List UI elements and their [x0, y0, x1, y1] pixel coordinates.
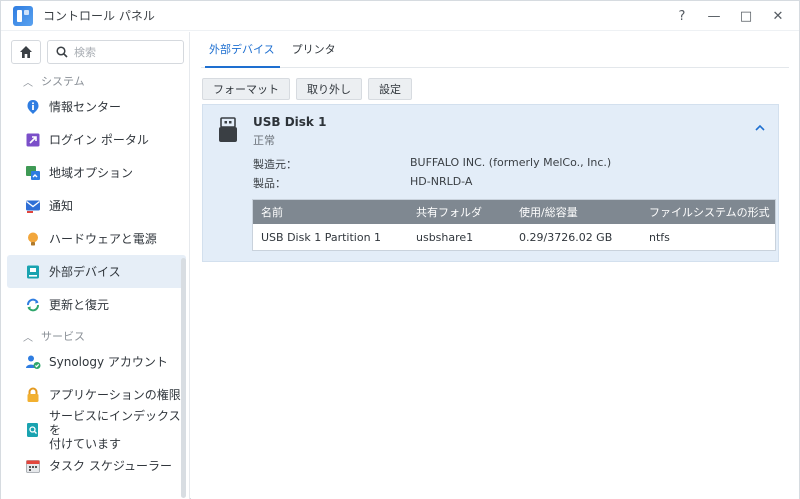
indexing-service-icon: [25, 422, 41, 438]
product-label: 製品：: [253, 177, 286, 190]
table-header: 名前 共有フォルダ 使用/総容量 ファイルシステムの形式: [253, 200, 775, 224]
device-status: 正常: [253, 134, 275, 147]
main-content: 外部デバイス プリンタ フォーマット 取り外し 設定 USB Disk 1 正常: [191, 32, 799, 499]
sidebar-item-regional-options[interactable]: 地域オプション: [7, 156, 186, 189]
toolbar: フォーマット 取り外し 設定: [202, 78, 412, 100]
sidebar-item-label: 通知: [49, 199, 74, 213]
sidebar-item-label: タスク スケジューラー: [49, 459, 172, 473]
tab-printer[interactable]: プリンタ: [284, 31, 345, 67]
sidebar-item-task-scheduler[interactable]: タスク スケジューラー: [7, 449, 186, 482]
external-device-icon: [25, 264, 41, 280]
sidebar-item-login-portal[interactable]: ログイン ポータル: [7, 123, 186, 156]
title-bar: コントロール パネル ? — □ ✕: [1, 1, 799, 31]
sidebar: ︿ システム 情報センター ログイン ポータル 地域オプション 通知: [1, 32, 190, 499]
chevron-up-icon: ︿: [23, 332, 33, 344]
sidebar-item-external-devices[interactable]: 外部デバイス: [7, 255, 186, 288]
section-system-toggle[interactable]: ︿ システム: [1, 72, 189, 90]
notification-icon: [25, 198, 41, 214]
chevron-up-icon: ︿: [23, 77, 33, 89]
sidebar-item-hardware-power[interactable]: ハードウェアと電源: [7, 222, 186, 255]
home-icon: [20, 46, 32, 58]
partition-name: USB Disk 1 Partition 1: [261, 230, 382, 244]
sidebar-item-app-privileges[interactable]: アプリケーションの権限: [7, 378, 186, 411]
format-button[interactable]: フォーマット: [202, 78, 290, 100]
manufacturer-label: 製造元：: [253, 158, 297, 171]
sidebar-item-synology-account[interactable]: Synology アカウント: [7, 345, 186, 378]
window-controls: ? — □ ✕: [675, 1, 785, 31]
search-input[interactable]: [74, 45, 174, 59]
close-button[interactable]: ✕: [771, 9, 785, 24]
lock-icon: [25, 387, 41, 403]
sidebar-item-label: 地域オプション: [49, 166, 134, 180]
info-icon: [25, 99, 41, 115]
tab-bar: 外部デバイス プリンタ: [201, 32, 789, 68]
maximize-button[interactable]: □: [739, 9, 753, 24]
sidebar-top: [1, 32, 189, 72]
search-box[interactable]: [47, 40, 184, 64]
tab-external-devices[interactable]: 外部デバイス: [201, 31, 284, 68]
column-header-filesystem[interactable]: ファイルシステムの形式: [641, 204, 775, 220]
control-panel-window: コントロール パネル ? — □ ✕ ︿ シ: [0, 0, 800, 499]
sidebar-item-label: 情報センター: [49, 100, 122, 114]
control-panel-app-icon: [13, 5, 33, 26]
regional-options-icon: [25, 165, 41, 181]
section-system-label: システム: [41, 75, 85, 88]
sidebar-item-notification[interactable]: 通知: [7, 189, 186, 222]
search-icon: [56, 46, 68, 58]
eject-button[interactable]: 取り外し: [296, 78, 362, 100]
help-button[interactable]: ?: [675, 9, 689, 24]
section-services-toggle[interactable]: ︿ サービス: [1, 327, 189, 345]
sidebar-item-indexing-service[interactable]: サービスにインデックスを 付けています: [7, 409, 186, 451]
partition-shared-folder: usbshare1: [416, 230, 474, 244]
sidebar-item-label-line2: 付けています: [49, 437, 122, 451]
login-portal-icon: [25, 132, 41, 148]
device-name: USB Disk 1: [253, 115, 327, 129]
minimize-button[interactable]: —: [707, 9, 721, 24]
section-services-label: サービス: [41, 330, 85, 343]
home-button[interactable]: [11, 40, 41, 64]
sidebar-item-label: Synology アカウント: [49, 355, 168, 369]
sidebar-item-info-center[interactable]: 情報センター: [7, 90, 186, 123]
column-header-usage[interactable]: 使用/総容量: [511, 204, 641, 220]
settings-button[interactable]: 設定: [368, 78, 412, 100]
usb-drive-icon: [217, 117, 239, 143]
column-header-shared-folder[interactable]: 共有フォルダ: [408, 204, 511, 220]
sidebar-item-label: 更新と復元: [49, 298, 110, 312]
device-panel[interactable]: USB Disk 1 正常 製造元： BUFFALO INC. (formerl…: [202, 104, 779, 262]
partition-table: 名前 共有フォルダ 使用/総容量 ファイルシステムの形式 USB Disk 1 …: [252, 199, 776, 251]
calendar-icon: [25, 458, 41, 474]
partition-filesystem: ntfs: [649, 230, 670, 244]
sidebar-item-label: ハードウェアと電源: [49, 232, 157, 246]
update-restore-icon: [25, 297, 41, 313]
sidebar-item-label: ログイン ポータル: [49, 133, 149, 147]
synology-account-icon: [25, 354, 41, 370]
sidebar-item-label: アプリケーションの権限: [49, 388, 181, 402]
collapse-chevron-up-icon[interactable]: [752, 119, 768, 135]
table-row[interactable]: USB Disk 1 Partition 1 usbshare1 0.29/37…: [253, 224, 775, 250]
sidebar-item-update-restore[interactable]: 更新と復元: [7, 288, 186, 321]
sidebar-item-label: サービスにインデックスを 付けています: [49, 409, 186, 451]
sidebar-scrollbar[interactable]: [181, 258, 186, 498]
partition-usage: 0.29/3726.02 GB: [519, 230, 613, 244]
product-value: HD-NRLD-A: [410, 175, 473, 188]
hardware-power-icon: [25, 231, 41, 247]
column-header-name[interactable]: 名前: [253, 204, 408, 220]
sidebar-item-label: 外部デバイス: [49, 265, 121, 279]
window-title: コントロール パネル: [43, 9, 155, 23]
sidebar-item-label-line1: サービスにインデックスを: [49, 409, 181, 437]
manufacturer-value: BUFFALO INC. (formerly MelCo., Inc.): [410, 156, 612, 169]
